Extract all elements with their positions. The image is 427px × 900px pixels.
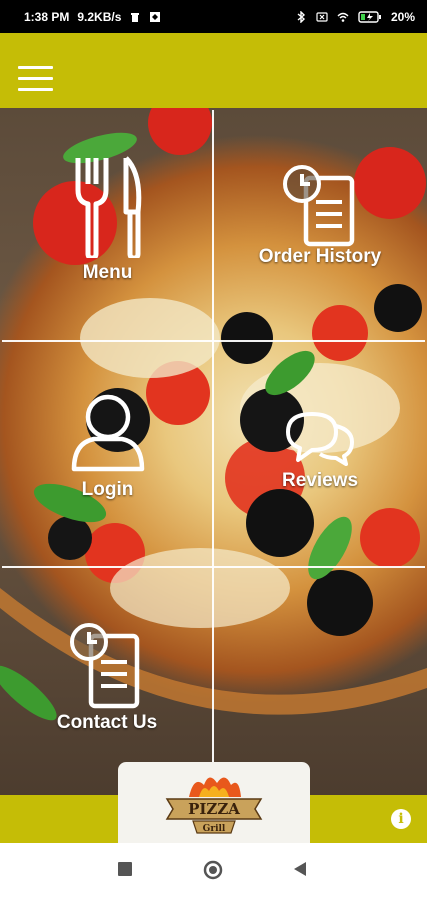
trash-icon — [131, 12, 140, 22]
hamburger-icon[interactable] — [18, 66, 53, 92]
tile-reviews[interactable]: Reviews — [255, 408, 385, 492]
logo-text-top: PIZZA — [188, 800, 240, 818]
square-icon — [118, 862, 132, 876]
tile-login-label: Login — [81, 479, 134, 500]
tile-login[interactable]: Login — [50, 393, 165, 501]
nav-bar — [0, 843, 427, 900]
sim-icon — [316, 11, 328, 22]
status-time: 1:38 PM — [24, 9, 70, 24]
grid-divider — [2, 566, 425, 568]
back-button[interactable] — [292, 861, 308, 882]
app-bar — [0, 33, 427, 108]
user-icon — [71, 394, 144, 472]
grid-divider — [2, 340, 425, 342]
logo-tab[interactable]: PIZZA Grill — [118, 762, 310, 843]
tile-menu-label: Menu — [82, 262, 133, 283]
tile-order-history-label: Order History — [258, 246, 382, 267]
wifi-icon — [337, 12, 349, 22]
network-speed: 9.2KB/s — [77, 9, 122, 24]
info-icon[interactable]: i — [391, 809, 411, 829]
fork-knife-icon — [75, 156, 141, 258]
circle-icon — [203, 860, 223, 880]
battery-percent: 20% — [390, 9, 415, 24]
app-icon — [150, 11, 161, 22]
tile-order-history[interactable]: Order History — [245, 164, 395, 268]
clock-document-icon — [283, 165, 355, 247]
grid-divider — [212, 110, 214, 798]
chat-bubbles-icon — [286, 412, 354, 466]
recent-apps-button[interactable] — [117, 861, 133, 882]
tile-menu[interactable]: Menu — [50, 154, 165, 284]
clock-document-icon — [70, 623, 140, 709]
pizza-grill-logo: PIZZA Grill — [165, 776, 263, 834]
tile-contact-us[interactable]: Contact Us — [42, 620, 172, 734]
battery-charging-icon — [358, 10, 381, 23]
pizza-background: Menu Order History Login Reviews Contact… — [0, 108, 427, 800]
status-bar: 1:38 PM 9.2KB/s 20% — [0, 0, 427, 33]
tile-contact-us-label: Contact Us — [56, 712, 158, 733]
bluetooth-icon — [297, 10, 306, 23]
tile-reviews-label: Reviews — [281, 470, 359, 491]
triangle-back-icon — [294, 862, 306, 876]
logo-text-bottom: Grill — [203, 824, 226, 834]
home-button[interactable] — [203, 860, 223, 885]
